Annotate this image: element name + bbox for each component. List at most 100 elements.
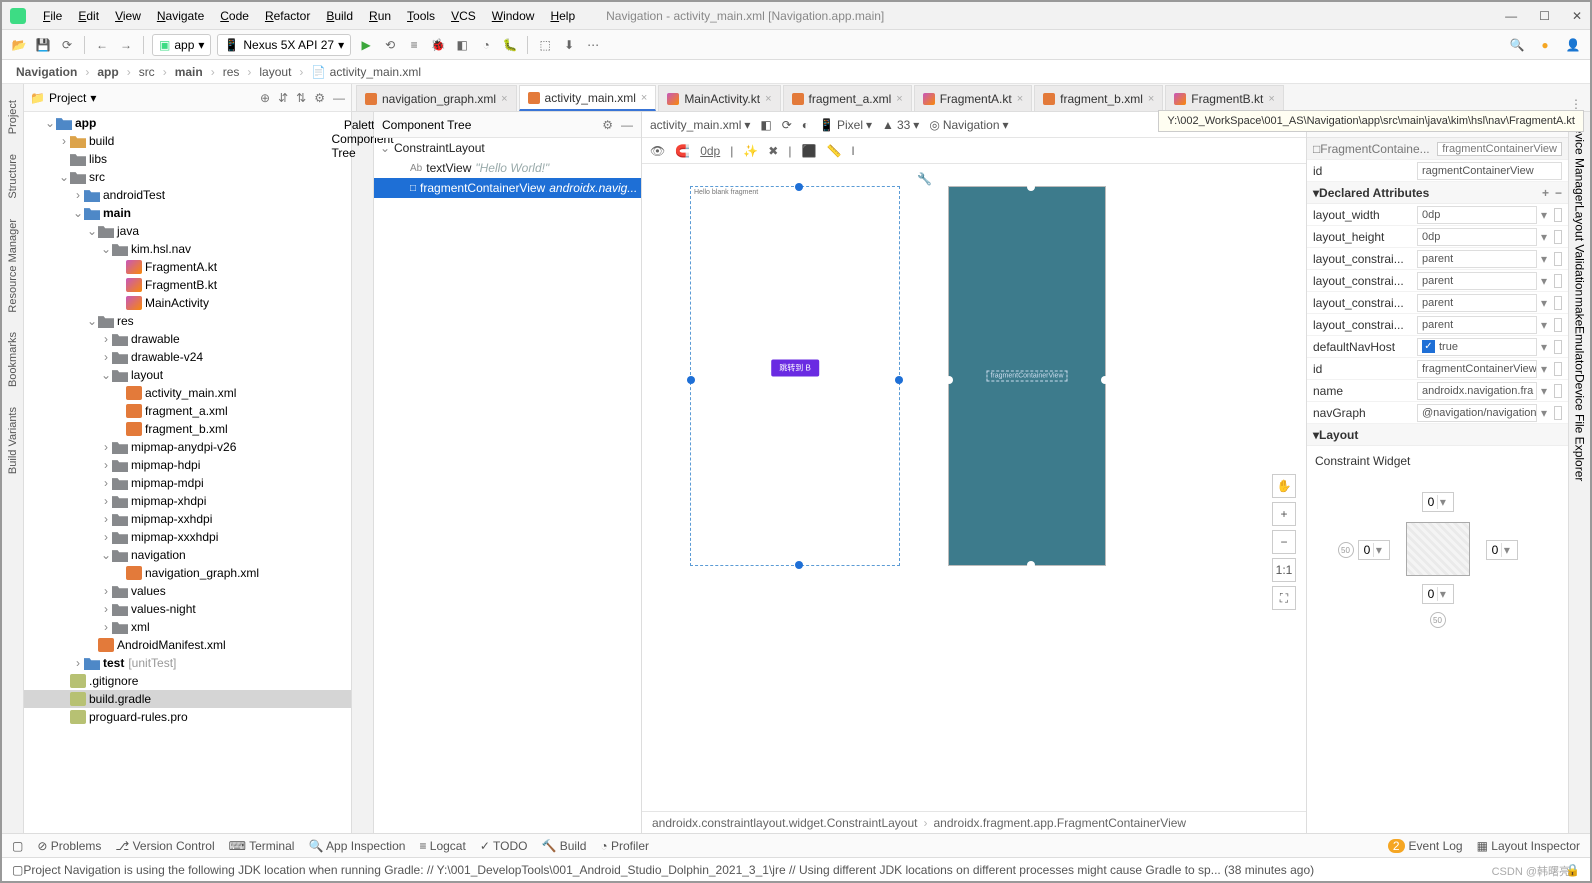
wand-icon[interactable]: ✨ <box>743 144 758 158</box>
status-todo[interactable]: ✓ TODO <box>480 839 528 853</box>
tree-app[interactable]: ⌄app <box>24 114 351 132</box>
pan-icon[interactable]: ✋ <box>1272 474 1296 498</box>
crumb-src[interactable]: src <box>135 65 159 79</box>
attr-layout_constrai...[interactable]: layout_constrai...parent▾ <box>1307 314 1568 336</box>
status-logcat[interactable]: ≡ Logcat <box>419 839 465 853</box>
tree-navigation[interactable]: ⌄navigation <box>24 546 351 564</box>
avd-icon[interactable]: ⬚ <box>536 36 554 54</box>
tree-drawable[interactable]: ›drawable <box>24 330 351 348</box>
strip-device-file-explorer[interactable]: Device File Explorer <box>1573 374 1587 481</box>
strip-emulator[interactable]: Emulator <box>1573 326 1587 374</box>
attr-id[interactable]: idfragmentContainerView▾ <box>1307 358 1568 380</box>
menu-build[interactable]: Build <box>319 6 360 26</box>
collapse-icon[interactable]: ⇅ <box>296 91 306 105</box>
gear-icon[interactable]: ⚙ <box>602 118 613 132</box>
ct-fragmentContainerView[interactable]: □fragmentContainerView androidx.navig... <box>374 178 641 198</box>
strip-layout-validation[interactable]: Layout Validation <box>1573 205 1587 296</box>
project-view-selector[interactable]: 📁 Project ▾ <box>30 91 96 105</box>
tree-res[interactable]: ⌄res <box>24 312 351 330</box>
crumb-res[interactable]: res <box>219 65 244 79</box>
tree-MainActivity[interactable]: MainActivity <box>24 294 351 312</box>
forward-icon[interactable]: → <box>117 36 135 54</box>
tree-mipmap-anydpi-v26[interactable]: ›mipmap-anydpi-v26 <box>24 438 351 456</box>
layout-inspector[interactable]: ▦ Layout Inspector <box>1477 839 1580 853</box>
zoom-full-icon[interactable]: ⛶ <box>1272 586 1296 610</box>
close-tab-icon[interactable]: × <box>501 93 507 105</box>
strip-make[interactable]: make <box>1573 297 1587 326</box>
tree-navigation_graph.xml[interactable]: navigation_graph.xml <box>24 564 351 582</box>
minimize-icon[interactable]: — <box>1505 9 1517 23</box>
margin-pill[interactable]: 0dp <box>700 144 720 158</box>
attr-layout_height[interactable]: layout_height0dp▾ <box>1307 226 1568 248</box>
attr-layout_width[interactable]: layout_width0dp▾ <box>1307 204 1568 226</box>
tab-activity_main.xml[interactable]: activity_main.xml× <box>519 85 657 111</box>
menu-window[interactable]: Window <box>485 6 542 26</box>
close-tab-icon[interactable]: × <box>765 93 771 105</box>
close-icon[interactable]: ✕ <box>1572 9 1582 23</box>
align-icon[interactable]: ⬛ <box>801 144 816 158</box>
user-icon[interactable]: 👤 <box>1564 36 1582 54</box>
tab-fragment_a.xml[interactable]: fragment_a.xml× <box>783 85 912 111</box>
status-app-inspection[interactable]: 🔍 App Inspection <box>308 839 405 853</box>
strip-structure[interactable]: Structure <box>7 154 19 199</box>
status-problems[interactable]: ⊘ Problems <box>37 839 101 853</box>
menu-code[interactable]: Code <box>213 6 256 26</box>
zoom-fit-icon[interactable]: 1:1 <box>1272 558 1296 582</box>
close-tab-icon[interactable]: × <box>1148 93 1154 105</box>
attr-defaultNavHost[interactable]: defaultNavHost✓true▾ <box>1307 336 1568 358</box>
close-tab-icon[interactable]: × <box>641 92 647 104</box>
run-icon[interactable]: ▶ <box>357 36 375 54</box>
tree-.gitignore[interactable]: .gitignore <box>24 672 351 690</box>
clear-icon[interactable]: ✖ <box>768 144 778 158</box>
status-version-control[interactable]: ⎇ Version Control <box>115 839 214 853</box>
pack-icon[interactable]: I <box>851 144 854 158</box>
tab-MainActivity.kt[interactable]: MainActivity.kt× <box>658 85 780 111</box>
status-icon[interactable]: ▢ <box>12 863 23 877</box>
sync-icon[interactable]: ⟳ <box>58 36 76 54</box>
constraint-widget[interactable]: Constraint Widget 0▾ 0▾ 0▾ 0▾ 50 50 <box>1307 446 1568 833</box>
menu-view[interactable]: View <box>108 6 148 26</box>
search-icon[interactable]: 🔍 <box>1508 36 1526 54</box>
menu-edit[interactable]: Edit <box>71 6 106 26</box>
ct-ConstraintLayout[interactable]: ⌄ConstraintLayout <box>374 138 641 158</box>
menu-refactor[interactable]: Refactor <box>258 6 317 26</box>
close-tab-icon[interactable]: × <box>1017 93 1023 105</box>
menu-run[interactable]: Run <box>362 6 398 26</box>
status-profiler[interactable]: ◔ Profiler <box>600 839 649 853</box>
tree-FragmentA.kt[interactable]: FragmentA.kt <box>24 258 351 276</box>
attr-layout_constrai...[interactable]: layout_constrai...parent▾ <box>1307 248 1568 270</box>
maximize-icon[interactable]: ☐ <box>1539 9 1550 23</box>
tabs-more-icon[interactable]: ⋮ <box>1562 97 1590 111</box>
attr-layout_constrai...[interactable]: layout_constrai...parent▾ <box>1307 270 1568 292</box>
strip-bookmarks[interactable]: Bookmarks <box>7 332 19 387</box>
menu-help[interactable]: Help <box>543 6 582 26</box>
tree-mipmap-xxhdpi[interactable]: ›mipmap-xxhdpi <box>24 510 351 528</box>
tree-src[interactable]: ⌄src <box>24 168 351 186</box>
tab-navigation_graph.xml[interactable]: navigation_graph.xml× <box>356 85 517 111</box>
coverage-icon[interactable]: ◧ <box>453 36 471 54</box>
lcrumb-0[interactable]: androidx.constraintlayout.widget.Constra… <box>652 816 918 830</box>
tree-mipmap-xhdpi[interactable]: ›mipmap-xhdpi <box>24 492 351 510</box>
tree-xml[interactable]: ›xml <box>24 618 351 636</box>
tree-values-night[interactable]: ›values-night <box>24 600 351 618</box>
tree-androidTest[interactable]: ›androidTest <box>24 186 351 204</box>
strip-project[interactable]: Project <box>7 100 19 134</box>
status-build[interactable]: 🔨 Build <box>541 839 586 853</box>
tree-java[interactable]: ⌄java <box>24 222 351 240</box>
more-icon[interactable]: ⋯ <box>584 36 602 54</box>
attr-navGraph[interactable]: navGraph@navigation/navigation▾ <box>1307 402 1568 424</box>
eye-icon[interactable]: 👁 <box>650 144 665 158</box>
statusbar-toggle-icon[interactable]: ▢ <box>12 839 23 853</box>
menu-file[interactable]: File <box>36 6 69 26</box>
back-icon[interactable]: ← <box>93 36 111 54</box>
debug-icon[interactable]: 🐞 <box>429 36 447 54</box>
status-terminal[interactable]: ⌨ Terminal <box>229 839 295 853</box>
ct-textView[interactable]: AbtextView "Hello World!" <box>374 158 641 178</box>
attach-icon[interactable]: 🐛 <box>501 36 519 54</box>
tree-proguard-rules.pro[interactable]: proguard-rules.pro <box>24 708 351 726</box>
tree-fragment_b.xml[interactable]: fragment_b.xml <box>24 420 351 438</box>
remove-icon[interactable]: − <box>1555 186 1562 200</box>
attr-layout_constrai...[interactable]: layout_constrai...parent▾ <box>1307 292 1568 314</box>
section-layout[interactable]: ▾ Layout <box>1307 424 1568 446</box>
minimize-icon[interactable]: — <box>621 118 633 132</box>
